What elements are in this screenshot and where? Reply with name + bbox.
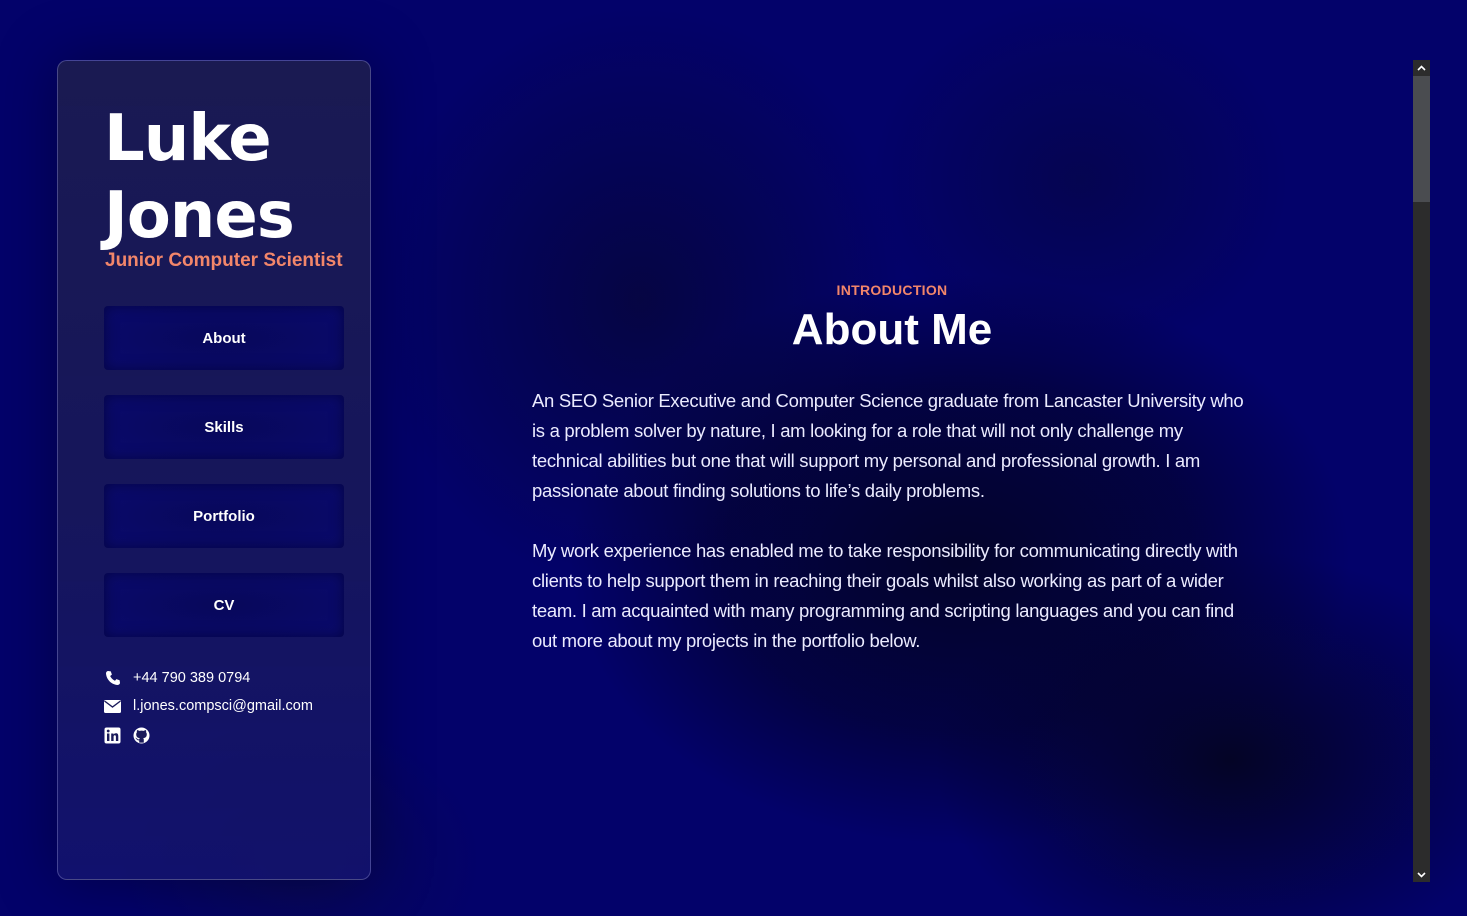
github-icon[interactable]: [133, 727, 150, 744]
social-links: [104, 720, 313, 750]
profile-name: Luke Jones: [104, 101, 295, 255]
contact-phone-text[interactable]: +44 790 389 0794: [133, 670, 250, 686]
nav-button-skills[interactable]: Skills: [104, 395, 344, 459]
about-section: INTRODUCTION About Me An SEO Senior Exec…: [532, 282, 1252, 656]
scroll-up-arrow-icon[interactable]: [1413, 60, 1430, 75]
profile-subtitle: Junior Computer Scientist: [105, 250, 343, 271]
linkedin-icon[interactable]: [104, 727, 121, 744]
nav-button-about[interactable]: About: [104, 306, 344, 370]
contact-email-row: l.jones.compsci@gmail.com: [104, 692, 313, 720]
section-heading: About Me: [791, 305, 993, 354]
section-eyebrow: INTRODUCTION: [836, 282, 948, 298]
vertical-scrollbar[interactable]: [1413, 60, 1430, 882]
envelope-icon: [104, 698, 121, 715]
sidebar-card: Luke Jones Junior Computer Scientist Abo…: [57, 60, 371, 880]
profile-last-name: Jones: [104, 179, 295, 253]
contact-email-text[interactable]: l.jones.compsci@gmail.com: [133, 698, 313, 714]
nav-button-cv[interactable]: CV: [104, 573, 344, 637]
profile-first-name: Luke: [104, 102, 272, 176]
nav-button-portfolio[interactable]: Portfolio: [104, 484, 344, 548]
contact-phone-row: +44 790 389 0794: [104, 664, 313, 692]
about-paragraph-1: An SEO Senior Executive and Computer Sci…: [532, 390, 1244, 501]
scroll-thumb[interactable]: [1413, 76, 1430, 202]
sidebar-nav: About Skills Portfolio CV: [104, 306, 344, 662]
scroll-down-arrow-icon[interactable]: [1413, 867, 1430, 882]
about-paragraph-2: My work experience has enabled me to tak…: [532, 540, 1238, 651]
contact-info: +44 790 389 0794 l.jones.compsci@gmail.c…: [104, 664, 313, 750]
phone-icon: [104, 670, 121, 687]
